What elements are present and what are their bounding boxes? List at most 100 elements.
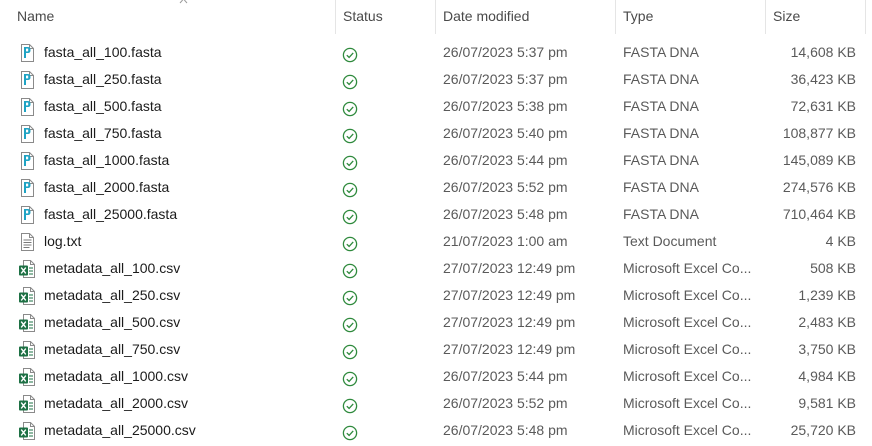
file-type: Microsoft Excel Co... — [623, 395, 752, 411]
fasta-file-icon — [19, 98, 35, 116]
file-name[interactable]: metadata_all_750.csv — [44, 336, 334, 363]
fasta-file-icon — [19, 44, 35, 62]
date-modified: 27/07/2023 12:49 pm — [443, 260, 576, 276]
file-row[interactable]: metadata_all_25000.csv 26/07/2023 5:48 pm… — [0, 417, 872, 444]
file-row[interactable]: metadata_all_250.csv 27/07/2023 12:49 pm M… — [0, 282, 872, 309]
available-icon — [342, 261, 358, 279]
excel-file-icon — [19, 314, 35, 332]
file-size: 4,984 KB — [798, 368, 856, 384]
file-size: 3,750 KB — [798, 341, 856, 357]
column-header-date-modified-label: Date modified — [443, 8, 530, 24]
file-row[interactable]: metadata_all_1000.csv 26/07/2023 5:44 pm M… — [0, 363, 872, 390]
sort-ascending-icon — [179, 0, 188, 4]
status-cell — [341, 39, 359, 66]
date-modified: 26/07/2023 5:52 pm — [443, 179, 568, 195]
file-name[interactable]: fasta_all_25000.fasta — [44, 201, 334, 228]
excel-file-icon — [19, 341, 35, 359]
file-name[interactable]: fasta_all_1000.fasta — [44, 147, 334, 174]
file-row[interactable]: fasta_all_250.fasta 26/07/2023 5:37 pm FAS… — [0, 66, 872, 93]
fasta-file-icon — [19, 206, 35, 224]
file-size: 508 KB — [810, 260, 856, 276]
column-header-date-modified[interactable]: Date modified — [436, 0, 616, 34]
column-header-type[interactable]: Type — [616, 0, 766, 34]
status-cell — [341, 309, 359, 336]
status-cell — [341, 336, 359, 363]
column-header-name[interactable]: Name — [10, 0, 336, 34]
file-type: FASTA DNA — [623, 44, 699, 60]
status-cell — [341, 417, 359, 444]
available-icon — [342, 315, 358, 333]
file-size: 25,720 KB — [790, 422, 856, 438]
date-modified: 26/07/2023 5:38 pm — [443, 98, 568, 114]
file-name[interactable]: fasta_all_2000.fasta — [44, 174, 334, 201]
status-cell — [341, 255, 359, 282]
file-name[interactable]: metadata_all_25000.csv — [44, 417, 334, 444]
excel-file-icon — [19, 287, 35, 305]
column-header-status-label: Status — [343, 8, 383, 24]
file-name[interactable]: metadata_all_1000.csv — [44, 363, 334, 390]
date-modified: 26/07/2023 5:48 pm — [443, 422, 568, 438]
column-header-status[interactable]: Status — [336, 0, 436, 34]
file-type: FASTA DNA — [623, 98, 699, 114]
status-cell — [341, 120, 359, 147]
status-cell — [341, 201, 359, 228]
column-divider[interactable] — [865, 0, 866, 34]
file-name[interactable]: log.txt — [44, 228, 334, 255]
date-modified: 27/07/2023 12:49 pm — [443, 314, 576, 330]
fasta-file-icon — [19, 71, 35, 89]
fasta-file-icon — [19, 179, 35, 197]
file-size: 2,483 KB — [798, 314, 856, 330]
file-type: FASTA DNA — [623, 206, 699, 222]
available-icon — [342, 72, 358, 90]
file-type: Microsoft Excel Co... — [623, 260, 752, 276]
date-modified: 27/07/2023 12:49 pm — [443, 341, 576, 357]
file-name[interactable]: fasta_all_250.fasta — [44, 66, 334, 93]
available-icon — [342, 45, 358, 63]
available-icon — [342, 396, 358, 414]
date-modified: 26/07/2023 5:40 pm — [443, 125, 568, 141]
status-cell — [341, 363, 359, 390]
file-row[interactable]: fasta_all_100.fasta 26/07/2023 5:37 pm FAS… — [0, 39, 872, 66]
file-size: 14,608 KB — [790, 44, 856, 60]
file-row[interactable]: fasta_all_750.fasta 26/07/2023 5:40 pm FAS… — [0, 120, 872, 147]
available-icon — [342, 126, 358, 144]
column-header-name-label: Name — [17, 8, 55, 24]
file-name[interactable]: metadata_all_250.csv — [44, 282, 334, 309]
date-modified: 21/07/2023 1:00 am — [443, 233, 568, 249]
file-row[interactable]: metadata_all_2000.csv 26/07/2023 5:52 pm M… — [0, 390, 872, 417]
file-type: FASTA DNA — [623, 71, 699, 87]
file-name[interactable]: fasta_all_100.fasta — [44, 39, 334, 66]
file-name[interactable]: fasta_all_500.fasta — [44, 93, 334, 120]
column-header-size[interactable]: Size — [766, 0, 866, 34]
file-name[interactable]: fasta_all_750.fasta — [44, 120, 334, 147]
date-modified: 26/07/2023 5:52 pm — [443, 395, 568, 411]
file-row[interactable]: fasta_all_500.fasta 26/07/2023 5:38 pm FAS… — [0, 93, 872, 120]
date-modified: 26/07/2023 5:44 pm — [443, 152, 568, 168]
available-icon — [342, 153, 358, 171]
file-row[interactable]: fasta_all_25000.fasta 26/07/2023 5:48 pm F… — [0, 201, 872, 228]
file-type: Text Document — [623, 233, 717, 249]
status-cell — [341, 282, 359, 309]
fasta-file-icon — [19, 152, 35, 170]
available-icon — [342, 342, 358, 360]
date-modified: 26/07/2023 5:48 pm — [443, 206, 568, 222]
file-row[interactable]: metadata_all_100.csv 27/07/2023 12:49 pm M… — [0, 255, 872, 282]
file-size: 1,239 KB — [798, 287, 856, 303]
file-row[interactable]: metadata_all_750.csv 27/07/2023 12:49 pm M… — [0, 336, 872, 363]
file-type: Microsoft Excel Co... — [623, 341, 752, 357]
available-icon — [342, 234, 358, 252]
file-name[interactable]: metadata_all_100.csv — [44, 255, 334, 282]
file-list: fasta_all_100.fasta 26/07/2023 5:37 pm FAS… — [0, 39, 872, 444]
excel-file-icon — [19, 422, 35, 440]
fasta-file-icon — [19, 125, 35, 143]
file-size: 108,877 KB — [782, 125, 856, 141]
file-row[interactable]: log.txt 21/07/2023 1:00 am Text Document 4 … — [0, 228, 872, 255]
status-cell — [341, 390, 359, 417]
file-row[interactable]: metadata_all_500.csv 27/07/2023 12:49 pm M… — [0, 309, 872, 336]
file-row[interactable]: fasta_all_2000.fasta 26/07/2023 5:52 pm FA… — [0, 174, 872, 201]
file-name[interactable]: metadata_all_2000.csv — [44, 390, 334, 417]
available-icon — [342, 288, 358, 306]
file-row[interactable]: fasta_all_1000.fasta 26/07/2023 5:44 pm FA… — [0, 147, 872, 174]
file-name[interactable]: metadata_all_500.csv — [44, 309, 334, 336]
date-modified: 26/07/2023 5:37 pm — [443, 71, 568, 87]
